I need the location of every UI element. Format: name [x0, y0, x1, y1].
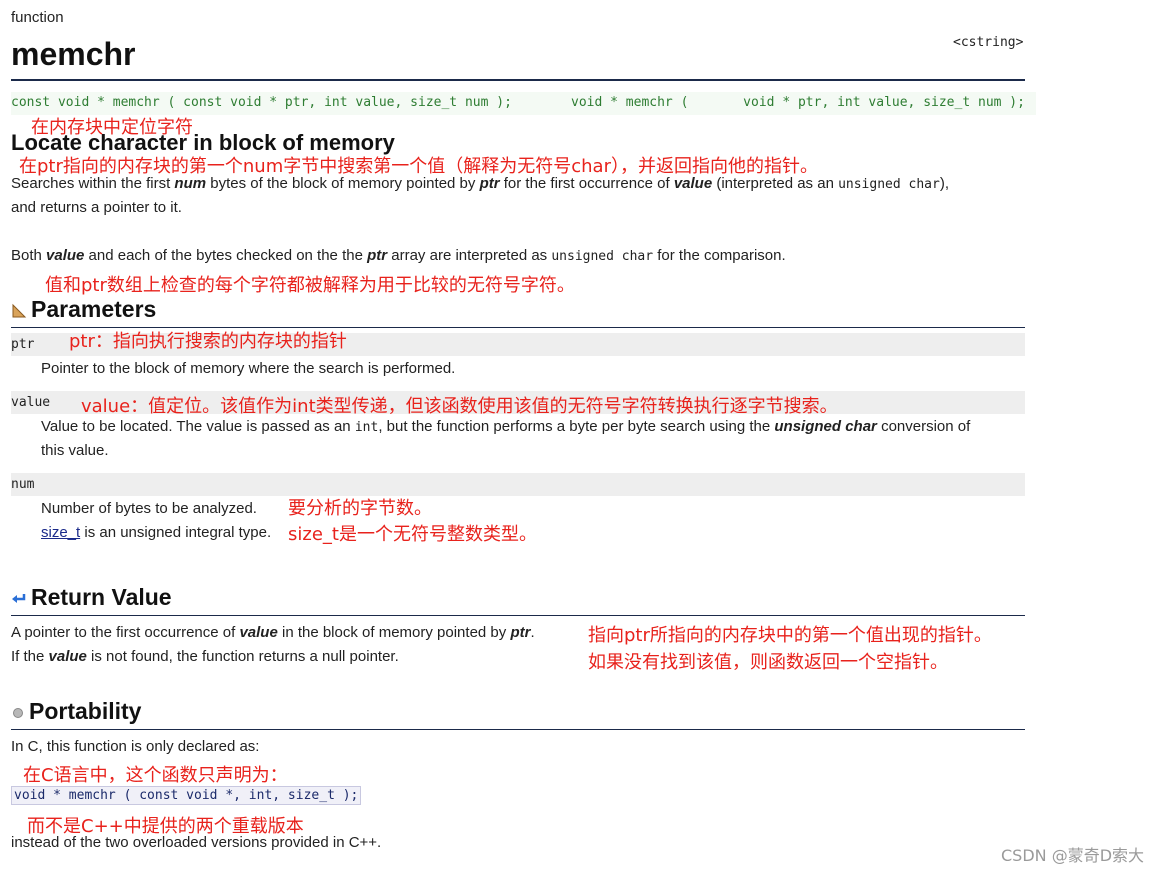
- return-heading: Return Value: [11, 584, 172, 611]
- note-heading-cn: 在内存块中定位字符: [31, 117, 193, 138]
- return-line2: If the value is not found, the function …: [11, 648, 399, 665]
- note-sizet-cn: size_t是一个无符号整数类型。: [288, 524, 537, 545]
- bullet-icon: [13, 707, 23, 718]
- note-ptr-cn: ptr：指向执行搜索的内存块的指针: [69, 331, 347, 352]
- note-ret1-cn: 指向ptr所指向的内存块中的第一个值出现的指针。: [588, 625, 992, 646]
- portability-rule: [11, 729, 1025, 730]
- note-ret2-cn: 如果没有找到该值，则函数返回一个空指针。: [588, 652, 948, 673]
- param-value-desc: Value to be located. The value is passed…: [41, 418, 971, 435]
- desc-line1: Searches within the first num bytes of t…: [11, 175, 949, 192]
- param-num-name: num: [11, 477, 35, 492]
- note-num-cn: 要分析的字节数。: [288, 498, 432, 519]
- param-value-name: value: [11, 395, 51, 410]
- return-rule: [11, 615, 1025, 616]
- param-num-desc2: size_t is an unsigned integral type.: [41, 524, 272, 541]
- parameters-heading: Parameters: [11, 296, 156, 323]
- param-num-bar: [11, 473, 1025, 496]
- portability-outro: instead of the two overloaded versions p…: [11, 834, 382, 851]
- portability-heading: Portability: [11, 698, 141, 725]
- title-rule: [11, 79, 1025, 81]
- param-value-desc2: this value.: [41, 442, 109, 459]
- desc-line2: and returns a pointer to it.: [11, 199, 182, 216]
- param-ptr-name: ptr: [11, 337, 35, 352]
- page-title: memchr: [11, 36, 136, 72]
- note-value-cn: value：值定位。该值作为int类型传递，但该函数使用该值的无符号字符转换执行…: [81, 396, 838, 417]
- size-t-link[interactable]: size_t: [41, 524, 80, 541]
- return-icon: [12, 593, 26, 603]
- prototype-const: const void * memchr ( const void * ptr, …: [11, 95, 512, 110]
- portability-intro: In C, this function is only declared as:: [11, 738, 260, 755]
- portability-code: void * memchr ( const void *, int, size_…: [11, 786, 362, 805]
- note-compare-cn: 值和ptr数组上检查的每个字符都被解释为用于比较的无符号字符。: [45, 275, 575, 296]
- kind-label: function: [11, 9, 64, 26]
- return-line1: A pointer to the first occurrence of val…: [11, 624, 535, 641]
- note-port1-cn: 在C语言中，这个函数只声明为：: [23, 765, 288, 786]
- header-lib: <cstring>: [953, 35, 1024, 50]
- prototype-nonconst: void * memchr ( void * ptr, int value, s…: [571, 95, 1025, 110]
- parameters-icon: [12, 303, 27, 318]
- watermark: CSDN @蒙奇D索大: [1001, 846, 1145, 865]
- param-ptr-desc: Pointer to the block of memory where the…: [41, 360, 456, 377]
- param-num-desc: Number of bytes to be analyzed.: [41, 500, 257, 517]
- desc-para2: Both value and each of the bytes checked…: [11, 247, 786, 264]
